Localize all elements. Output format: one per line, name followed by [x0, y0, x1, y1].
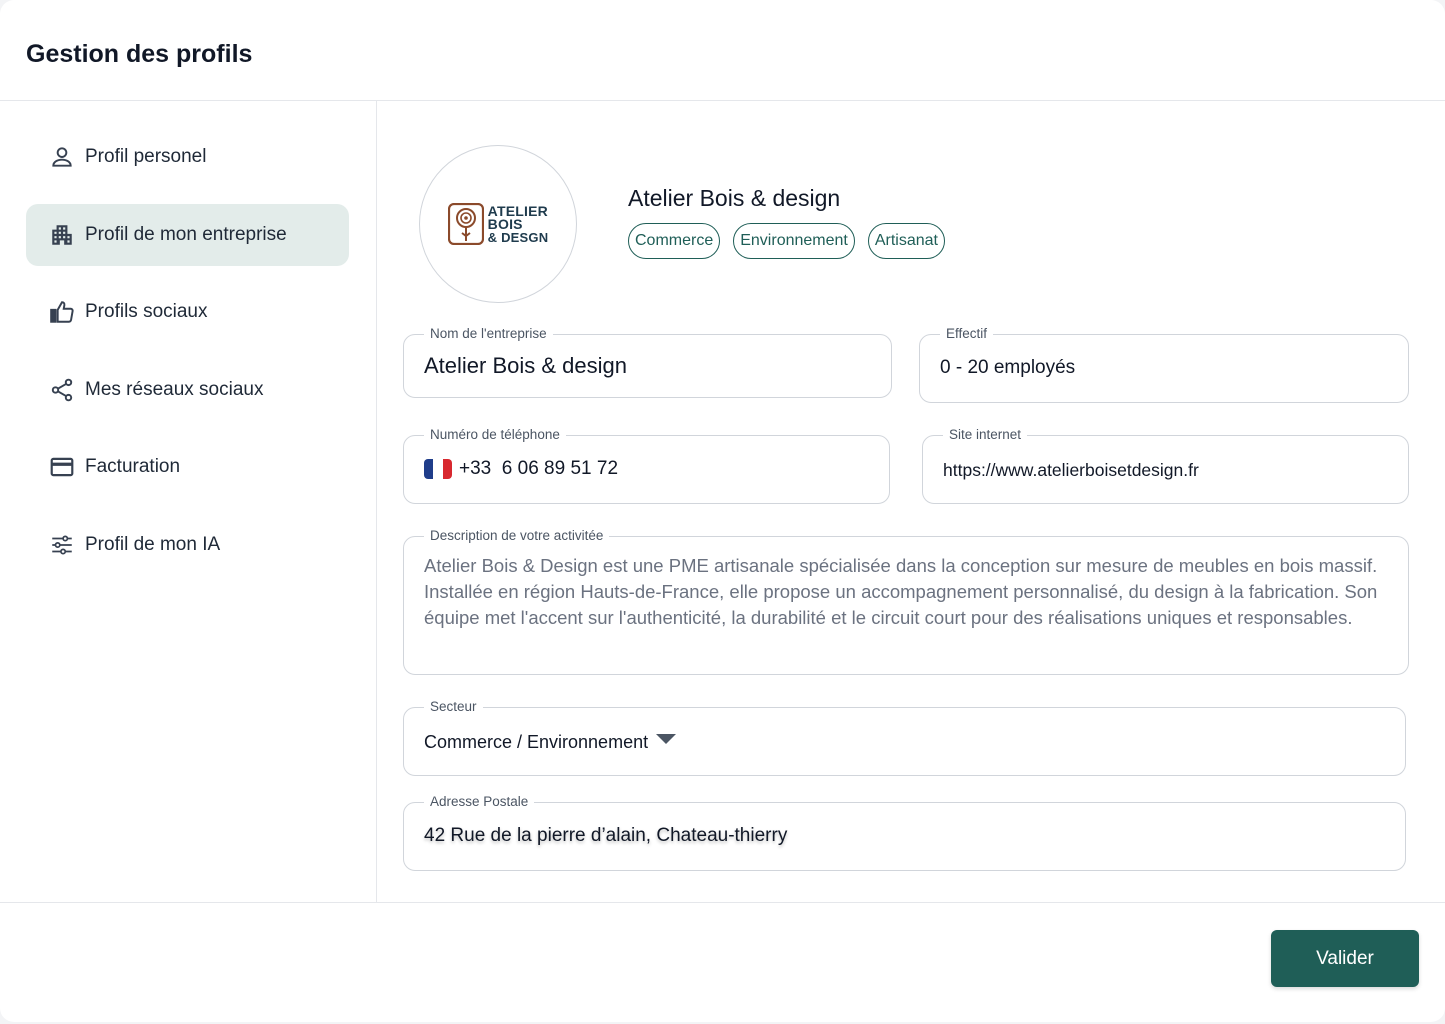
website-input[interactable]: https://www.atelierboisetdesign.fr: [943, 460, 1199, 481]
sidebar-item-facturation[interactable]: Facturation: [26, 436, 349, 498]
header: Gestion des profils: [0, 0, 1445, 101]
field-label: Numéro de téléphone: [424, 426, 566, 444]
description-textarea[interactable]: Atelier Bois & Design est une PME artisa…: [424, 553, 1388, 631]
company-name: Atelier Bois & design: [628, 185, 841, 211]
sidebar-item-profil-personel[interactable]: Profil personel: [26, 126, 349, 188]
field-label: Site internet: [943, 426, 1028, 444]
sidebar-item-label: Profils sociaux: [85, 301, 208, 322]
description-field[interactable]: Description de votre activitée Atelier B…: [403, 527, 1409, 675]
credit-card-icon: [48, 453, 76, 481]
field-label: Nom de l'entreprise: [424, 325, 553, 343]
company-logo[interactable]: ATELIER BOIS & DESGN: [419, 145, 577, 303]
sidebar-item-reseaux-sociaux[interactable]: Mes réseaux sociaux: [26, 359, 349, 421]
sidebar-item-profil-ia[interactable]: Profil de mon IA: [26, 514, 349, 576]
logo-text-line: & DESGN: [487, 229, 549, 245]
address-field[interactable]: Adresse Postale 42 Rue de la pierre d’al…: [403, 793, 1406, 871]
field-label: Adresse Postale: [424, 793, 535, 811]
tag-commerce[interactable]: Commerce: [628, 223, 721, 259]
sidebar-item-label: Mes réseaux sociaux: [85, 379, 264, 400]
field-label: Effectif: [940, 325, 994, 343]
field-label: Secteur: [424, 698, 483, 716]
sidebar-item-label: Profil de mon entreprise: [85, 224, 287, 245]
footer: Valider: [0, 902, 1445, 1022]
secteur-field[interactable]: Secteur Commerce / Environnement: [403, 698, 1406, 776]
france-flag-icon[interactable]: [424, 459, 452, 479]
caret-down-icon[interactable]: [656, 734, 677, 744]
tag-list: Commerce Environnement Artisanat: [628, 223, 958, 259]
thumbs-up-icon: [48, 298, 76, 326]
sidebar: Profil personel Profil de mon entreprise…: [0, 101, 377, 902]
sidebar-item-profil-entreprise[interactable]: Profil de mon entreprise: [26, 204, 349, 266]
sidebar-item-label: Profil de mon IA: [85, 534, 221, 555]
tag-artisanat[interactable]: Artisanat: [867, 223, 945, 259]
sidebar-item-profils-sociaux[interactable]: Profils sociaux: [26, 281, 349, 343]
building-icon: [48, 221, 76, 249]
phone-field[interactable]: Numéro de téléphone +33 6 06 89 51 72: [403, 426, 890, 504]
profile-management-window: Gestion des profils Profil personel Prof…: [0, 0, 1445, 1022]
tag-environnement[interactable]: Environnement: [733, 223, 855, 259]
company-name-field[interactable]: Nom de l'entreprise Atelier Bois & desig…: [403, 325, 892, 398]
effectif-input[interactable]: 0 - 20 employés: [940, 357, 1075, 379]
sidebar-item-label: Facturation: [85, 456, 181, 477]
secteur-select[interactable]: Commerce / Environnement: [424, 732, 648, 752]
effectif-field[interactable]: Effectif 0 - 20 employés: [919, 325, 1409, 403]
user-icon: [48, 143, 76, 171]
secteur-value-wrap: Commerce / Environnement: [424, 732, 677, 753]
company-name-input[interactable]: Atelier Bois & design: [424, 353, 627, 379]
phone-input[interactable]: +33 6 06 89 51 72: [459, 458, 618, 479]
logo-text-line: BOIS: [487, 215, 523, 232]
page-title: Gestion des profils: [26, 40, 253, 68]
share-icon: [48, 376, 76, 404]
company-profile-panel: ATELIER BOIS & DESGN Atelier Bois & desi…: [378, 101, 1445, 902]
phone-value-wrap: +33 6 06 89 51 72: [424, 458, 618, 480]
sidebar-item-label: Profil personel: [85, 146, 207, 167]
field-label: Description de votre activitée: [424, 527, 610, 545]
address-input[interactable]: 42 Rue de la pierre d’alain, Chateau-thi…: [424, 825, 787, 847]
sliders-icon: [48, 531, 76, 559]
website-field[interactable]: Site internet https://www.atelierboisetd…: [922, 426, 1409, 504]
validate-button[interactable]: Valider: [1271, 930, 1419, 987]
tree-logo-icon: [447, 203, 484, 245]
